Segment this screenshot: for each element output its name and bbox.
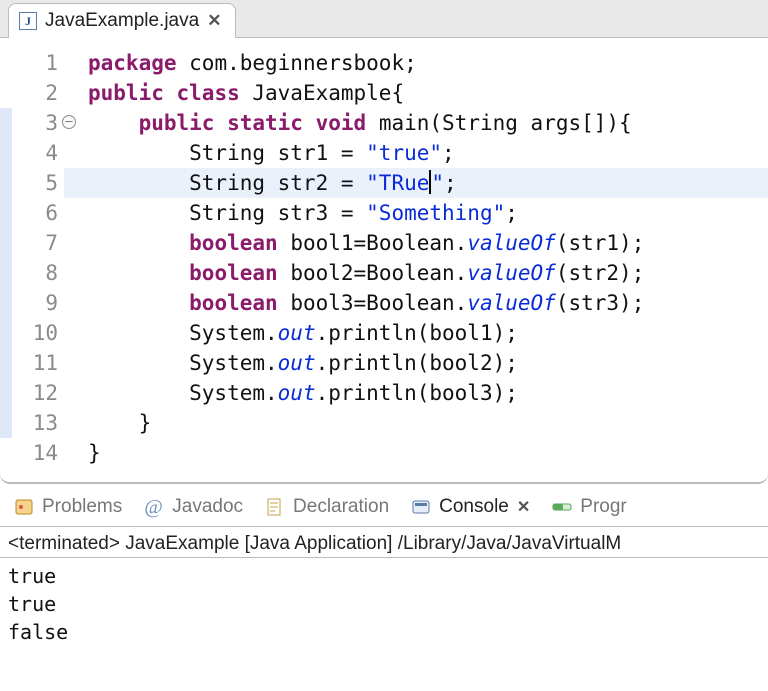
line-number: 10 <box>0 318 58 348</box>
code-line[interactable]: package com.beginnersbook; <box>88 48 758 78</box>
line-number: 9 <box>0 288 58 318</box>
code-line[interactable]: public class JavaExample{ <box>88 78 758 108</box>
view-tab-label: Progr <box>580 496 626 518</box>
code-line[interactable]: boolean bool1=Boolean.valueOf(str1); <box>88 228 758 258</box>
code-line[interactable]: public static void main(String args[]){ <box>88 108 758 138</box>
line-number: 12 <box>0 378 58 408</box>
bottom-views: Problems @ Javadoc Declaration Console ✕… <box>0 484 768 527</box>
code-line[interactable]: String str2 = "TRue"; <box>64 168 768 198</box>
line-number: 5 <box>0 168 58 198</box>
problems-icon <box>14 497 34 517</box>
line-number: 3– <box>0 108 58 138</box>
line-number: 14 <box>0 438 58 468</box>
code-line[interactable]: System.out.println(bool2); <box>88 348 758 378</box>
line-number: 11 <box>0 348 58 378</box>
code-editor[interactable]: 123–4567891011121314 package com.beginne… <box>0 38 768 484</box>
code-line[interactable]: String str1 = "true"; <box>88 138 758 168</box>
line-number: 2 <box>0 78 58 108</box>
view-tab-javadoc[interactable]: @ Javadoc <box>144 496 243 518</box>
console-line: true <box>8 590 760 618</box>
java-file-icon: J <box>19 12 37 30</box>
line-number: 6 <box>0 198 58 228</box>
console-status: <terminated> JavaExample [Java Applicati… <box>0 527 768 558</box>
view-tab-label: Javadoc <box>172 496 243 518</box>
line-number: 8 <box>0 258 58 288</box>
javadoc-icon: @ <box>144 497 164 517</box>
view-tab-label: Console <box>439 496 509 518</box>
view-tab-label: Problems <box>42 496 122 518</box>
view-tab-label: Declaration <box>293 496 389 518</box>
code-line[interactable]: } <box>88 408 758 438</box>
close-icon[interactable]: ✕ <box>207 11 221 31</box>
editor-tab-label: JavaExample.java <box>45 10 199 32</box>
view-tab-problems[interactable]: Problems <box>14 496 122 518</box>
progress-icon <box>552 497 572 517</box>
line-number: 1 <box>0 48 58 78</box>
code-line[interactable]: boolean bool2=Boolean.valueOf(str2); <box>88 258 758 288</box>
view-tab-progress[interactable]: Progr <box>552 496 626 518</box>
editor-tab-javaexample[interactable]: J JavaExample.java ✕ <box>8 3 236 38</box>
code-line[interactable]: } <box>88 438 758 468</box>
code-content[interactable]: package com.beginnersbook;public class J… <box>64 38 768 468</box>
fold-toggle-icon[interactable]: – <box>62 115 76 129</box>
editor-tabbar: J JavaExample.java ✕ <box>0 0 768 38</box>
line-number: 13 <box>0 408 58 438</box>
declaration-icon <box>265 497 285 517</box>
console-output[interactable]: truetruefalse <box>0 558 768 650</box>
code-line[interactable]: System.out.println(bool1); <box>88 318 758 348</box>
code-line[interactable]: String str3 = "Something"; <box>88 198 758 228</box>
line-number-gutter: 123–4567891011121314 <box>0 38 64 468</box>
view-tab-declaration[interactable]: Declaration <box>265 496 389 518</box>
view-tab-console[interactable]: Console ✕ <box>411 496 530 518</box>
line-number: 4 <box>0 138 58 168</box>
close-icon[interactable]: ✕ <box>517 497 530 517</box>
console-line: true <box>8 562 760 590</box>
line-number: 7 <box>0 228 58 258</box>
code-line[interactable]: System.out.println(bool3); <box>88 378 758 408</box>
code-line[interactable]: boolean bool3=Boolean.valueOf(str3); <box>88 288 758 318</box>
console-icon <box>411 497 431 517</box>
console-line: false <box>8 618 760 646</box>
